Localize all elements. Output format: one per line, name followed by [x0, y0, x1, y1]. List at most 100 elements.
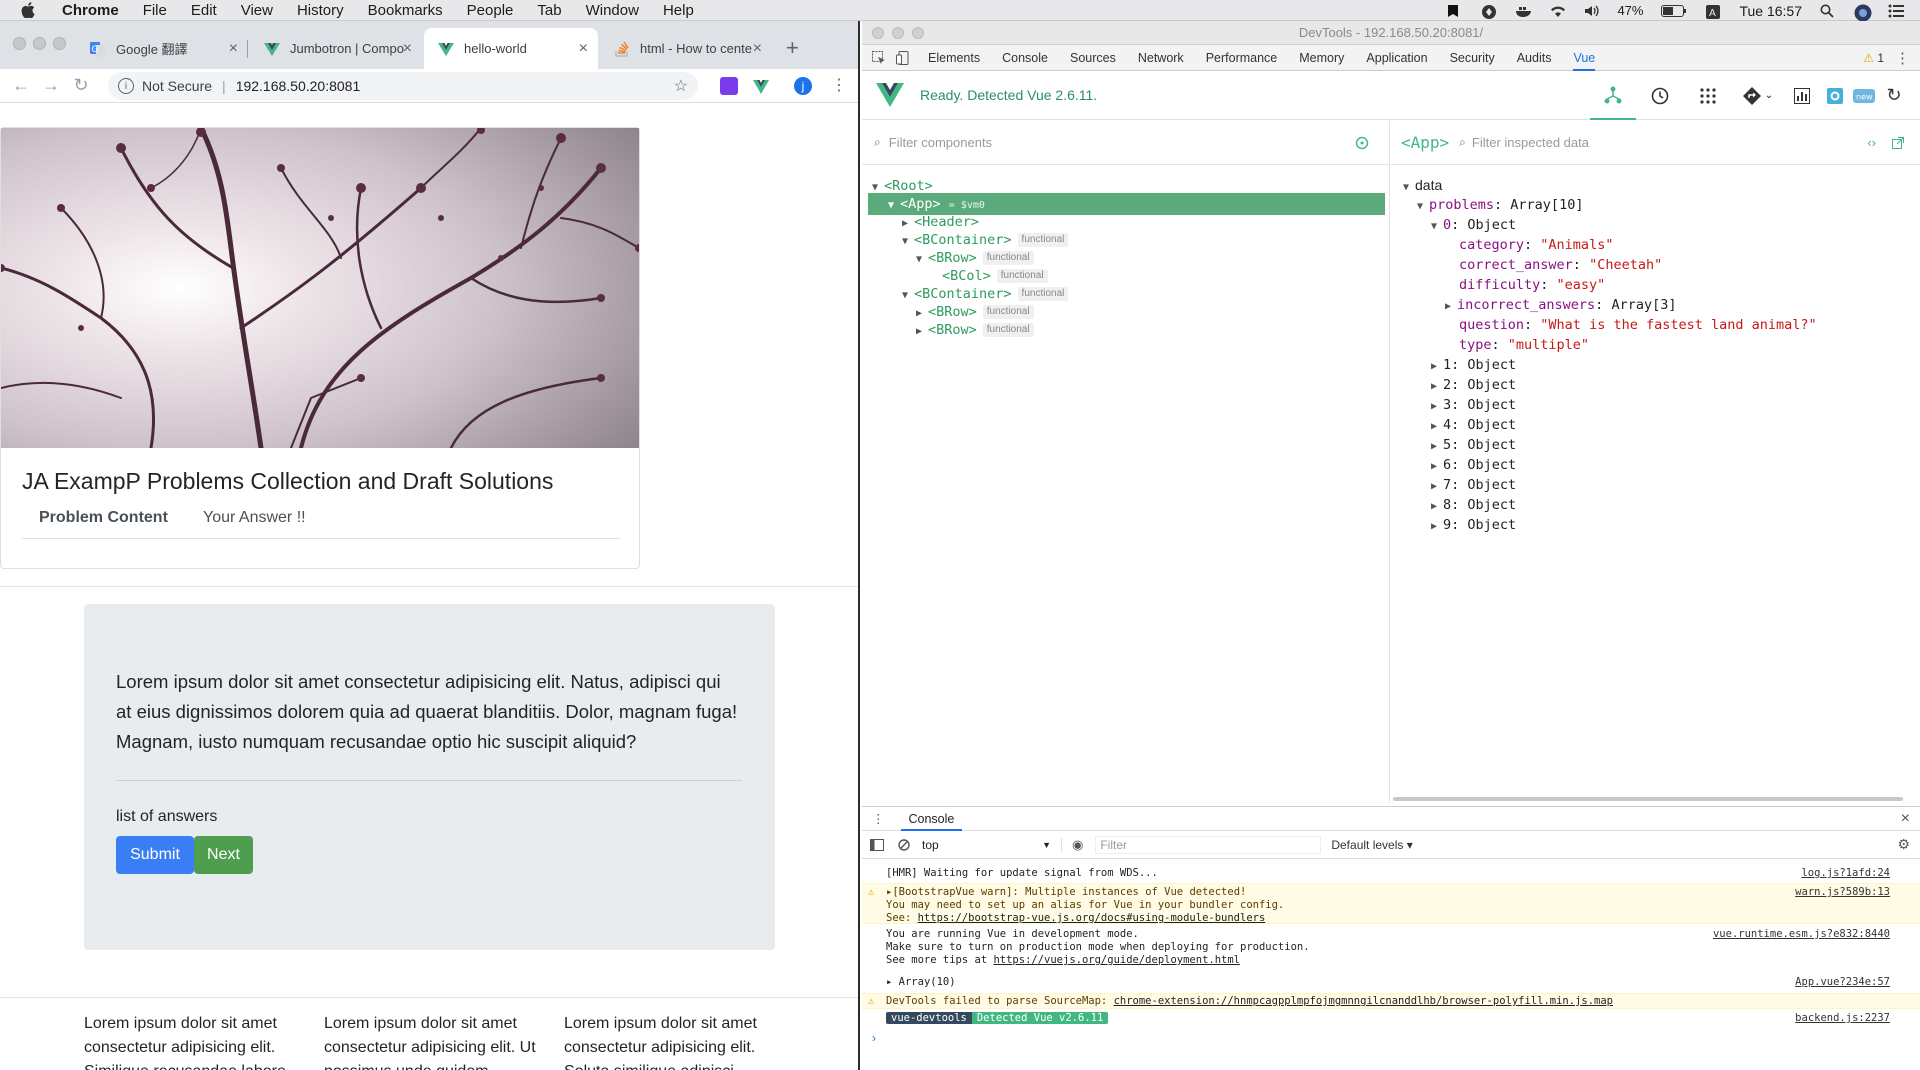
data-row-item-5[interactable]: ▶ 5: Object	[1431, 435, 1516, 455]
apple-icon[interactable]	[18, 0, 38, 20]
address-bar[interactable]: i Not Secure | 192.168.50.20:8081 ☆	[108, 72, 698, 100]
warning-count[interactable]: ⚠ 1	[1863, 51, 1884, 65]
expand-triangle-icon[interactable]: ▶	[1431, 417, 1443, 437]
console-filter-input[interactable]: Filter	[1095, 835, 1322, 854]
expand-triangle-icon[interactable]: ▼	[916, 249, 928, 271]
tab-console[interactable]: Console	[1002, 51, 1048, 65]
minimize-window-button[interactable]	[892, 27, 904, 39]
expand-triangle-icon[interactable]: ▶	[1431, 437, 1443, 457]
select-component-icon[interactable]	[1355, 136, 1369, 150]
data-row-item-3[interactable]: ▶ 3: Object	[1431, 395, 1516, 415]
source-link[interactable]: backend.js:2237	[1795, 1012, 1890, 1025]
expand-triangle-icon[interactable]: ▶	[1431, 497, 1443, 517]
tab-your-answer[interactable]: Your Answer !!	[203, 509, 306, 527]
menu-bookmarks[interactable]: Bookmarks	[368, 2, 443, 19]
tab-security[interactable]: Security	[1450, 51, 1495, 65]
log-levels-select[interactable]: Default levels ▾	[1331, 838, 1412, 852]
data-row-question[interactable]: question: "What is the fastest land anim…	[1459, 315, 1817, 335]
profile-avatar-icon[interactable]: j	[794, 77, 812, 95]
console-prompt[interactable]: ›	[872, 1031, 1912, 1047]
bookmark-star-icon[interactable]: ☆	[674, 76, 688, 96]
docker-status-icon[interactable]	[1515, 4, 1532, 18]
source-link[interactable]: log.js?1afd:24	[1801, 867, 1890, 880]
menu-edit[interactable]: Edit	[191, 2, 217, 19]
expand-triangle-icon[interactable]: ▶	[1431, 517, 1443, 537]
data-row-difficulty[interactable]: difficulty: "easy"	[1459, 275, 1605, 295]
keyboard-input-icon[interactable]: A	[1705, 4, 1721, 19]
data-row-item-9[interactable]: ▶ 9: Object	[1431, 515, 1516, 535]
expand-triangle-icon[interactable]: ▼	[902, 231, 914, 253]
settings-gear-icon[interactable]	[1820, 87, 1850, 105]
inspect-element-icon[interactable]	[872, 50, 886, 65]
data-row-incorrect-answers[interactable]: ▶ incorrect_answers: Array[3]	[1445, 295, 1676, 315]
data-row-item-7[interactable]: ▶ 7: Object	[1431, 475, 1516, 495]
expand-triangle-icon[interactable]: ▶	[1431, 457, 1443, 477]
data-row-item-4[interactable]: ▶ 4: Object	[1431, 415, 1516, 435]
clock[interactable]: Tue 16:57	[1739, 3, 1802, 19]
tab-hello-world[interactable]: hello-world ×	[424, 28, 598, 69]
menu-file[interactable]: File	[143, 2, 167, 19]
close-window-button[interactable]	[872, 27, 884, 39]
tab-application[interactable]: Application	[1366, 51, 1427, 65]
user-avatar-icon[interactable]	[1854, 4, 1872, 21]
new-badge-icon[interactable]: new	[1850, 88, 1878, 103]
menu-view[interactable]: View	[241, 2, 273, 19]
forward-icon[interactable]: →	[42, 75, 60, 95]
back-icon[interactable]: ←	[12, 75, 30, 95]
new-tab-button[interactable]: +	[786, 35, 799, 61]
data-row-item-8[interactable]: ▶ 8: Object	[1431, 495, 1516, 515]
context-select[interactable]: top ▼	[922, 837, 1062, 852]
tab-elements[interactable]: Elements	[928, 51, 980, 65]
menu-window[interactable]: Window	[586, 2, 639, 19]
vpn-status-icon[interactable]	[1481, 4, 1497, 19]
zoom-window-button[interactable]	[53, 37, 66, 50]
expand-triangle-icon[interactable]: ▼	[1417, 197, 1429, 217]
volume-icon[interactable]	[1583, 4, 1600, 18]
expand-triangle-icon[interactable]: ▸	[886, 976, 899, 988]
bookmark-status-icon[interactable]	[1447, 4, 1463, 18]
console-link[interactable]: chrome-extension://hnmpcagpplmpfojmgmnng…	[1114, 995, 1613, 1007]
menu-app-name[interactable]: Chrome	[62, 2, 119, 19]
url-text[interactable]: 192.168.50.20:8081	[236, 78, 361, 94]
tab-jumbotron[interactable]: Jumbotron | Compo ×	[250, 28, 422, 69]
expand-triangle-icon[interactable]: ▼	[1431, 217, 1443, 237]
horizontal-scrollbar[interactable]	[1393, 797, 1903, 801]
devtools-menu-icon[interactable]: ⋮	[1895, 49, 1910, 67]
open-external-icon[interactable]	[1892, 136, 1904, 149]
close-drawer-icon[interactable]: ×	[1901, 810, 1910, 828]
refresh-icon[interactable]: ↻	[1878, 85, 1910, 106]
expand-triangle-icon[interactable]: ▶	[1431, 377, 1443, 397]
expand-triangle-icon[interactable]: ▶	[1431, 397, 1443, 417]
reload-icon[interactable]: ↻	[72, 75, 90, 95]
data-row-item-2[interactable]: ▶ 2: Object	[1431, 375, 1516, 395]
source-link[interactable]: App.vue?234e:57	[1795, 976, 1890, 989]
data-row-item-0[interactable]: ▼ 0: Object	[1431, 215, 1516, 235]
submit-button[interactable]: Submit	[116, 836, 194, 874]
menu-people[interactable]: People	[467, 2, 514, 19]
expand-triangle-icon[interactable]: ▼	[902, 285, 914, 307]
source-link[interactable]: warn.js?589b:13	[1795, 886, 1890, 899]
zoom-window-button[interactable]	[912, 27, 924, 39]
data-row-type[interactable]: type: "multiple"	[1459, 335, 1589, 355]
live-expression-eye-icon[interactable]: ◉	[1072, 837, 1083, 853]
notification-center-icon[interactable]	[1888, 4, 1904, 18]
data-row-correct-answer[interactable]: correct_answer: "Cheetah"	[1459, 255, 1662, 275]
close-tab-icon[interactable]: ×	[753, 40, 762, 58]
expand-triangle-icon[interactable]: ▼	[888, 195, 900, 217]
console-tab[interactable]: Console	[900, 807, 963, 831]
tab-network[interactable]: Network	[1138, 51, 1184, 65]
close-tab-icon[interactable]: ×	[229, 40, 238, 58]
expand-triangle-icon[interactable]: ▼	[1403, 178, 1415, 198]
chrome-menu-icon[interactable]: ⋮	[830, 77, 848, 95]
vue-devtools-extension-icon[interactable]	[752, 77, 770, 95]
clear-console-icon[interactable]	[898, 838, 910, 851]
components-icon[interactable]	[1590, 71, 1636, 120]
components-filter[interactable]: ⌕ Filter components	[862, 121, 1389, 165]
vuex-icon[interactable]	[1684, 87, 1732, 105]
router-icon[interactable]: ⌄	[1732, 86, 1784, 105]
tab-stackoverflow[interactable]: html - How to cente ×	[600, 28, 772, 69]
battery-icon[interactable]	[1661, 4, 1687, 18]
spotlight-search-icon[interactable]	[1820, 4, 1836, 18]
tab-memory[interactable]: Memory	[1299, 51, 1344, 65]
menu-tab[interactable]: Tab	[537, 2, 561, 19]
